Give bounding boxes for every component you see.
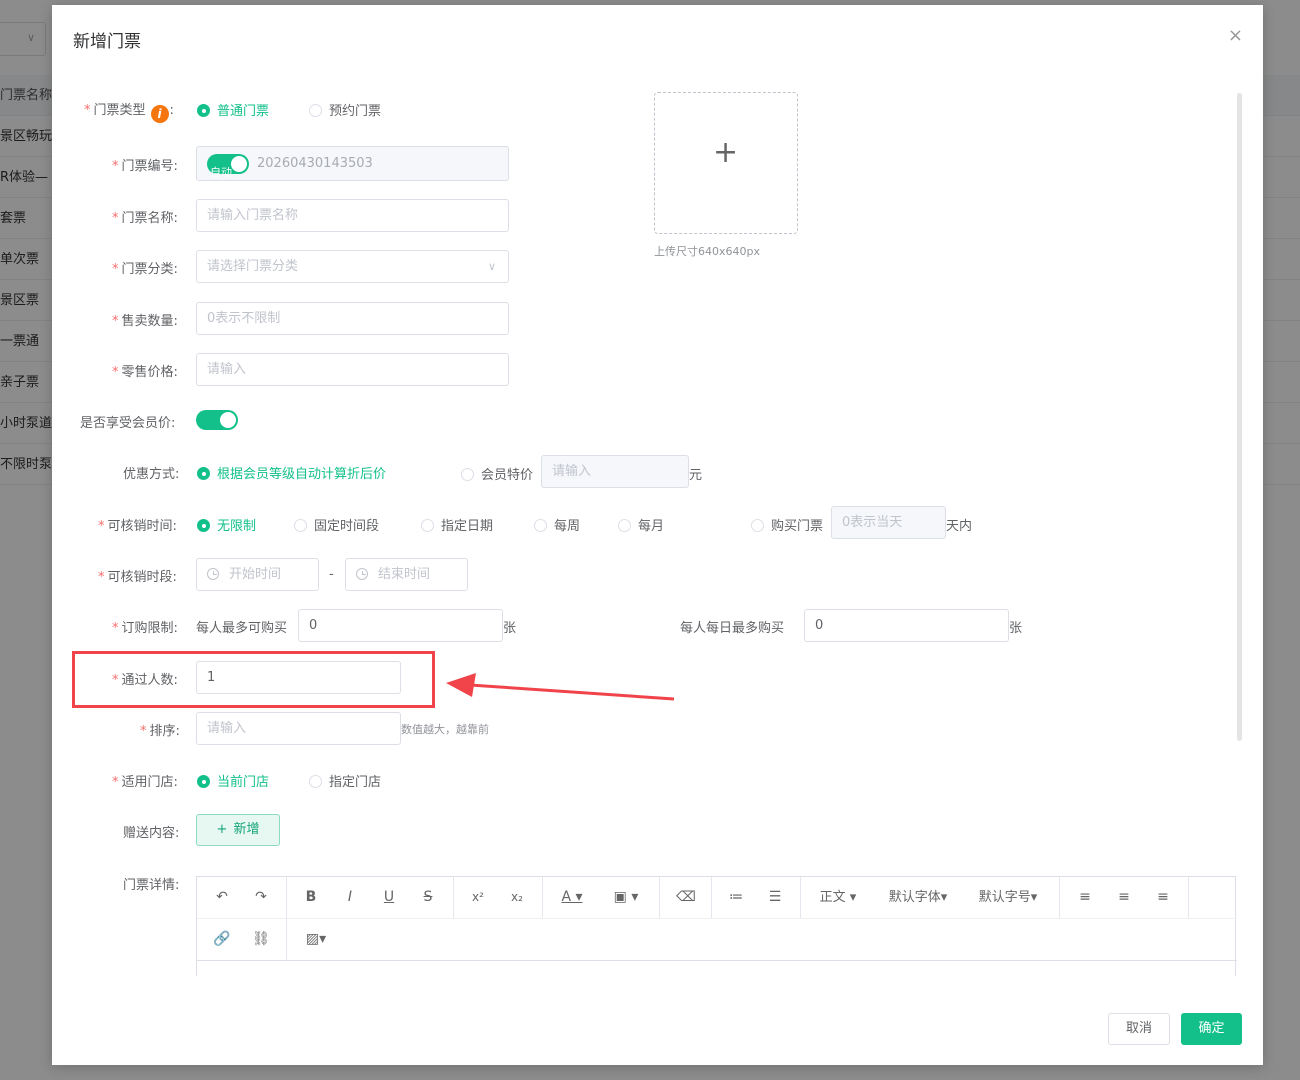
unordered-list-icon[interactable]: ☰	[762, 877, 788, 918]
add-ticket-dialog: 新增门票 × * 门票类型 i: 普通门票 预约门票 + 上传尺寸640x640px…	[52, 5, 1263, 1065]
radio-current-store[interactable]: 当前门店	[197, 771, 269, 790]
editor-toolbar-2: 🔗 ⛓ ▨▾	[197, 919, 1237, 960]
sort-label: * 排序:	[140, 724, 180, 739]
clock-icon	[356, 568, 368, 580]
radio-specific-date[interactable]: 指定日期	[421, 515, 493, 534]
ticket-no-field: 自动 20260430143503	[196, 146, 509, 181]
radio-reserve-ticket[interactable]: 预约门票	[309, 100, 381, 119]
retail-price-input[interactable]: 请输入	[196, 353, 509, 386]
unlink-icon[interactable]: ⛓	[248, 919, 274, 960]
per-day-label: 每人每日最多购买	[680, 621, 785, 636]
member-price-switch[interactable]	[196, 410, 238, 430]
background-color-icon[interactable]: ▣ ▾	[609, 877, 643, 918]
highlight-box	[72, 651, 435, 708]
eraser-icon[interactable]: ⌫	[673, 877, 699, 918]
editor-toolbar: ↶ ↷ B I U S x² x₂ A ▾ ▣ ▾ ⌫ ≔ ☰ 正文 ▾ 默认字…	[197, 877, 1237, 918]
purchase-limit-label: * 订购限制:	[112, 621, 178, 636]
font-size-dropdown[interactable]: 默认字号▾	[973, 877, 1043, 918]
yuan-unit: 元	[689, 468, 703, 483]
chevron-down-icon: ∨	[487, 260, 496, 273]
radio-member-special[interactable]: 会员特价	[461, 464, 533, 483]
per-person-label: 每人最多可购买	[196, 621, 288, 636]
ticket-category-label: * 门票分类:	[112, 262, 178, 277]
unit-zhang: 张	[503, 621, 517, 636]
dialog-scrollbar[interactable]	[1237, 93, 1242, 741]
redo-icon[interactable]: ↷	[248, 877, 274, 918]
start-time-input[interactable]: 开始时间	[196, 558, 319, 591]
close-icon[interactable]: ×	[1228, 25, 1243, 46]
plus-icon: +	[713, 135, 739, 170]
ticket-no-label: * 门票编号:	[112, 159, 178, 174]
gift-label: 赠送内容:	[123, 826, 180, 841]
discount-label: 优惠方式:	[123, 467, 180, 482]
auto-number-switch[interactable]: 自动	[207, 154, 249, 179]
bold-icon[interactable]: B	[298, 877, 324, 918]
radio-specified-store[interactable]: 指定门店	[309, 771, 381, 790]
ticket-name-label: * 门票名称:	[112, 211, 178, 226]
ticket-type-label: * 门票类型 i:	[84, 103, 174, 123]
member-price-label: 是否享受会员价:	[80, 416, 176, 431]
confirm-button[interactable]: 确定	[1181, 1013, 1242, 1045]
align-left-icon[interactable]: ≡	[1072, 877, 1098, 918]
paragraph-dropdown[interactable]: 正文 ▾	[815, 877, 861, 918]
radio-after-purchase[interactable]: 购买门票	[751, 515, 823, 534]
clock-icon	[207, 568, 219, 580]
font-family-dropdown[interactable]: 默认字体▾	[883, 877, 953, 918]
link-icon[interactable]: 🔗	[209, 919, 235, 960]
align-center-icon[interactable]: ≡	[1111, 877, 1137, 918]
radio-monthly[interactable]: 每月	[618, 515, 664, 534]
image-upload[interactable]: +	[654, 92, 798, 234]
italic-icon[interactable]: I	[337, 877, 363, 918]
undo-icon[interactable]: ↶	[209, 877, 235, 918]
info-icon[interactable]: i	[150, 105, 169, 123]
ticket-no-value: 20260430143503	[257, 156, 373, 171]
verify-period-label: * 可核销时段:	[98, 570, 177, 585]
unit-zhang: 张	[1009, 621, 1023, 636]
superscript-icon[interactable]: x²	[465, 877, 491, 918]
radio-weekly[interactable]: 每周	[534, 515, 580, 534]
ticket-category-select[interactable]: 请选择门票分类 ∨	[196, 250, 509, 283]
store-label: * 适用门店:	[112, 775, 178, 790]
days-input[interactable]: 0表示当天	[831, 506, 946, 539]
align-right-icon[interactable]: ≡	[1150, 877, 1176, 918]
verify-time-label: * 可核销时间:	[98, 519, 177, 534]
radio-fixed-period[interactable]: 固定时间段	[294, 515, 379, 534]
dialog-title: 新增门票	[73, 32, 141, 52]
radio-normal-ticket[interactable]: 普通门票	[197, 100, 269, 119]
subscript-icon[interactable]: x₂	[504, 877, 530, 918]
ticket-name-input[interactable]: 请输入门票名称	[196, 199, 509, 232]
end-time-input[interactable]: 结束时间	[345, 558, 468, 591]
sort-tip: 数值越大，越靠前	[401, 723, 489, 736]
per-day-limit-input[interactable]: 0	[804, 609, 1009, 642]
underline-icon[interactable]: U	[376, 877, 402, 918]
retail-price-label: * 零售价格:	[112, 365, 178, 380]
plus-icon: +	[216, 822, 228, 837]
sort-input[interactable]: 请输入	[196, 712, 401, 745]
strikethrough-icon[interactable]: S	[415, 877, 441, 918]
rich-text-editor: ↶ ↷ B I U S x² x₂ A ▾ ▣ ▾ ⌫ ≔ ☰ 正文 ▾ 默认字…	[196, 876, 1237, 976]
image-icon[interactable]: ▨▾	[301, 919, 331, 960]
detail-label: 门票详情:	[123, 878, 180, 893]
font-color-icon[interactable]: A ▾	[555, 877, 589, 918]
per-person-limit-input[interactable]: 0	[298, 609, 503, 642]
arrow-annotation	[446, 673, 675, 701]
days-unit: 天内	[946, 519, 973, 534]
radio-auto-discount[interactable]: 根据会员等级自动计算折后价	[197, 463, 386, 482]
radio-unlimited[interactable]: 无限制	[197, 515, 256, 534]
cancel-button[interactable]: 取消	[1108, 1013, 1170, 1045]
time-separator: -	[329, 567, 334, 582]
ordered-list-icon[interactable]: ≔	[723, 877, 749, 918]
add-gift-button[interactable]: + 新增	[196, 814, 280, 846]
sale-qty-label: * 售卖数量:	[112, 314, 178, 329]
sale-qty-input[interactable]: 0表示不限制	[196, 302, 509, 335]
member-special-input[interactable]: 请输入	[541, 455, 689, 488]
upload-tip: 上传尺寸640x640px	[654, 245, 760, 258]
